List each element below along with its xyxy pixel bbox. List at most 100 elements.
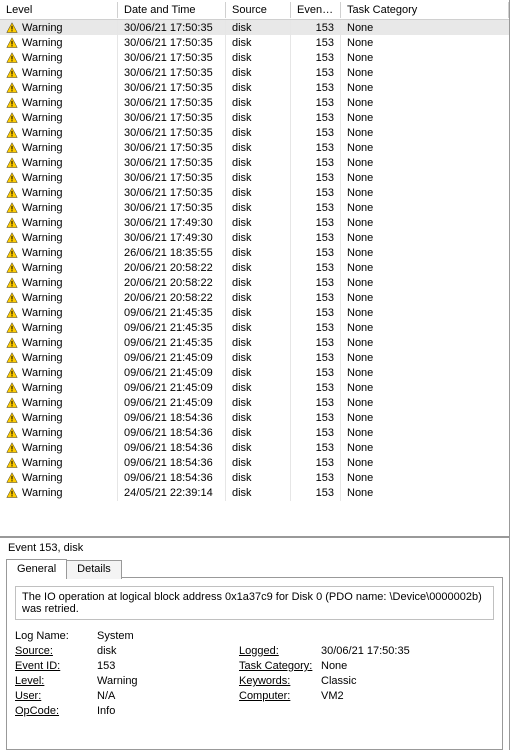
table-row[interactable]: Warning30/06/21 17:50:35disk153None bbox=[0, 200, 509, 215]
warning-icon bbox=[6, 112, 18, 124]
cell-event-id: 153 bbox=[291, 380, 341, 396]
value-level: Warning bbox=[97, 675, 237, 687]
cell-source: disk bbox=[226, 125, 291, 141]
cell-event-id: 153 bbox=[291, 320, 341, 336]
cell-date: 20/06/21 20:58:22 bbox=[118, 260, 226, 276]
warning-icon bbox=[6, 337, 18, 349]
table-row[interactable]: Warning30/06/21 17:50:35disk153None bbox=[0, 35, 509, 50]
warning-icon bbox=[6, 37, 18, 49]
warning-icon bbox=[6, 277, 18, 289]
table-row[interactable]: Warning30/06/21 17:50:35disk153None bbox=[0, 80, 509, 95]
cell-source: disk bbox=[226, 110, 291, 126]
cell-event-id: 153 bbox=[291, 35, 341, 51]
cell-level: Warning bbox=[22, 82, 63, 94]
table-row[interactable]: Warning20/06/21 20:58:22disk153None bbox=[0, 260, 509, 275]
table-row[interactable]: Warning26/06/21 18:35:55disk153None bbox=[0, 245, 509, 260]
warning-icon bbox=[6, 472, 18, 484]
value-computer: VM2 bbox=[321, 690, 494, 702]
cell-level: Warning bbox=[22, 172, 63, 184]
warning-icon bbox=[6, 187, 18, 199]
table-row[interactable]: Warning30/06/21 17:50:35disk153None bbox=[0, 125, 509, 140]
table-row[interactable]: Warning30/06/21 17:50:35disk153None bbox=[0, 185, 509, 200]
cell-task-category: None bbox=[341, 425, 509, 441]
table-row[interactable]: Warning20/06/21 20:58:22disk153None bbox=[0, 290, 509, 305]
header-task-category[interactable]: Task Category bbox=[341, 2, 509, 18]
table-row[interactable]: Warning09/06/21 18:54:36disk153None bbox=[0, 470, 509, 485]
cell-task-category: None bbox=[341, 155, 509, 171]
cell-level: Warning bbox=[22, 277, 63, 289]
cell-source: disk bbox=[226, 95, 291, 111]
cell-date: 09/06/21 21:45:09 bbox=[118, 395, 226, 411]
table-row[interactable]: Warning24/05/21 22:39:14disk153None bbox=[0, 485, 509, 500]
cell-date: 30/06/21 17:50:35 bbox=[118, 80, 226, 96]
table-row[interactable]: Warning30/06/21 17:50:35disk153None bbox=[0, 170, 509, 185]
table-row[interactable]: Warning30/06/21 17:50:35disk153None bbox=[0, 65, 509, 80]
table-row[interactable]: Warning30/06/21 17:49:30disk153None bbox=[0, 215, 509, 230]
cell-level: Warning bbox=[22, 472, 63, 484]
cell-task-category: None bbox=[341, 245, 509, 261]
table-row[interactable]: Warning09/06/21 21:45:35disk153None bbox=[0, 305, 509, 320]
cell-event-id: 153 bbox=[291, 110, 341, 126]
warning-icon bbox=[6, 172, 18, 184]
column-headers: Level Date and Time Source Event ID Task… bbox=[0, 0, 509, 20]
cell-date: 30/06/21 17:50:35 bbox=[118, 65, 226, 81]
cell-source: disk bbox=[226, 155, 291, 171]
cell-source: disk bbox=[226, 230, 291, 246]
cell-source: disk bbox=[226, 290, 291, 306]
warning-icon bbox=[6, 457, 18, 469]
cell-task-category: None bbox=[341, 380, 509, 396]
header-date[interactable]: Date and Time bbox=[118, 2, 226, 18]
cell-event-id: 153 bbox=[291, 170, 341, 186]
table-row[interactable]: Warning09/06/21 18:54:36disk153None bbox=[0, 425, 509, 440]
table-row[interactable]: Warning20/06/21 20:58:22disk153None bbox=[0, 275, 509, 290]
table-row[interactable]: Warning30/06/21 17:50:35disk153None bbox=[0, 50, 509, 65]
table-row[interactable]: Warning09/06/21 21:45:35disk153None bbox=[0, 335, 509, 350]
cell-date: 20/06/21 20:58:22 bbox=[118, 290, 226, 306]
table-row[interactable]: Warning09/06/21 21:45:09disk153None bbox=[0, 395, 509, 410]
warning-icon bbox=[6, 292, 18, 304]
table-row[interactable]: Warning30/06/21 17:50:35disk153None bbox=[0, 20, 509, 35]
table-row[interactable]: Warning09/06/21 21:45:09disk153None bbox=[0, 380, 509, 395]
cell-task-category: None bbox=[341, 80, 509, 96]
cell-task-category: None bbox=[341, 230, 509, 246]
cell-date: 30/06/21 17:50:35 bbox=[118, 200, 226, 216]
tab-panel-general: The IO operation at logical block addres… bbox=[6, 577, 503, 750]
table-row[interactable]: Warning30/06/21 17:50:35disk153None bbox=[0, 140, 509, 155]
cell-source: disk bbox=[226, 140, 291, 156]
tab-details[interactable]: Details bbox=[66, 560, 122, 579]
warning-icon bbox=[6, 97, 18, 109]
label-user: User: bbox=[15, 690, 95, 702]
table-row[interactable]: Warning09/06/21 21:45:35disk153None bbox=[0, 320, 509, 335]
table-row[interactable]: Warning30/06/21 17:49:30disk153None bbox=[0, 230, 509, 245]
table-row[interactable]: Warning09/06/21 21:45:09disk153None bbox=[0, 350, 509, 365]
event-list-body[interactable]: Warning30/06/21 17:50:35disk153NoneWarni… bbox=[0, 20, 509, 536]
table-row[interactable]: Warning09/06/21 18:54:36disk153None bbox=[0, 440, 509, 455]
cell-event-id: 153 bbox=[291, 260, 341, 276]
table-row[interactable]: Warning30/06/21 17:50:35disk153None bbox=[0, 110, 509, 125]
header-event-id[interactable]: Event ID bbox=[291, 2, 341, 18]
cell-level: Warning bbox=[22, 262, 63, 274]
cell-level: Warning bbox=[22, 22, 63, 34]
table-row[interactable]: Warning09/06/21 18:54:36disk153None bbox=[0, 410, 509, 425]
header-source[interactable]: Source bbox=[226, 2, 291, 18]
cell-event-id: 153 bbox=[291, 20, 341, 36]
table-row[interactable]: Warning09/06/21 21:45:09disk153None bbox=[0, 365, 509, 380]
table-row[interactable]: Warning30/06/21 17:50:35disk153None bbox=[0, 95, 509, 110]
cell-task-category: None bbox=[341, 335, 509, 351]
cell-level: Warning bbox=[22, 67, 63, 79]
header-level[interactable]: Level bbox=[0, 2, 118, 18]
value-opcode: Info bbox=[97, 705, 237, 717]
cell-date: 09/06/21 18:54:36 bbox=[118, 410, 226, 426]
cell-event-id: 153 bbox=[291, 365, 341, 381]
cell-date: 30/06/21 17:50:35 bbox=[118, 170, 226, 186]
cell-source: disk bbox=[226, 485, 291, 501]
warning-icon bbox=[6, 367, 18, 379]
table-row[interactable]: Warning30/06/21 17:50:35disk153None bbox=[0, 155, 509, 170]
table-row[interactable]: Warning09/06/21 18:54:36disk153None bbox=[0, 455, 509, 470]
detail-pane: Event 153, disk General Details The IO o… bbox=[0, 537, 510, 750]
cell-task-category: None bbox=[341, 455, 509, 471]
cell-date: 30/06/21 17:50:35 bbox=[118, 110, 226, 126]
tab-general[interactable]: General bbox=[6, 559, 67, 578]
cell-source: disk bbox=[226, 275, 291, 291]
cell-date: 30/06/21 17:50:35 bbox=[118, 95, 226, 111]
